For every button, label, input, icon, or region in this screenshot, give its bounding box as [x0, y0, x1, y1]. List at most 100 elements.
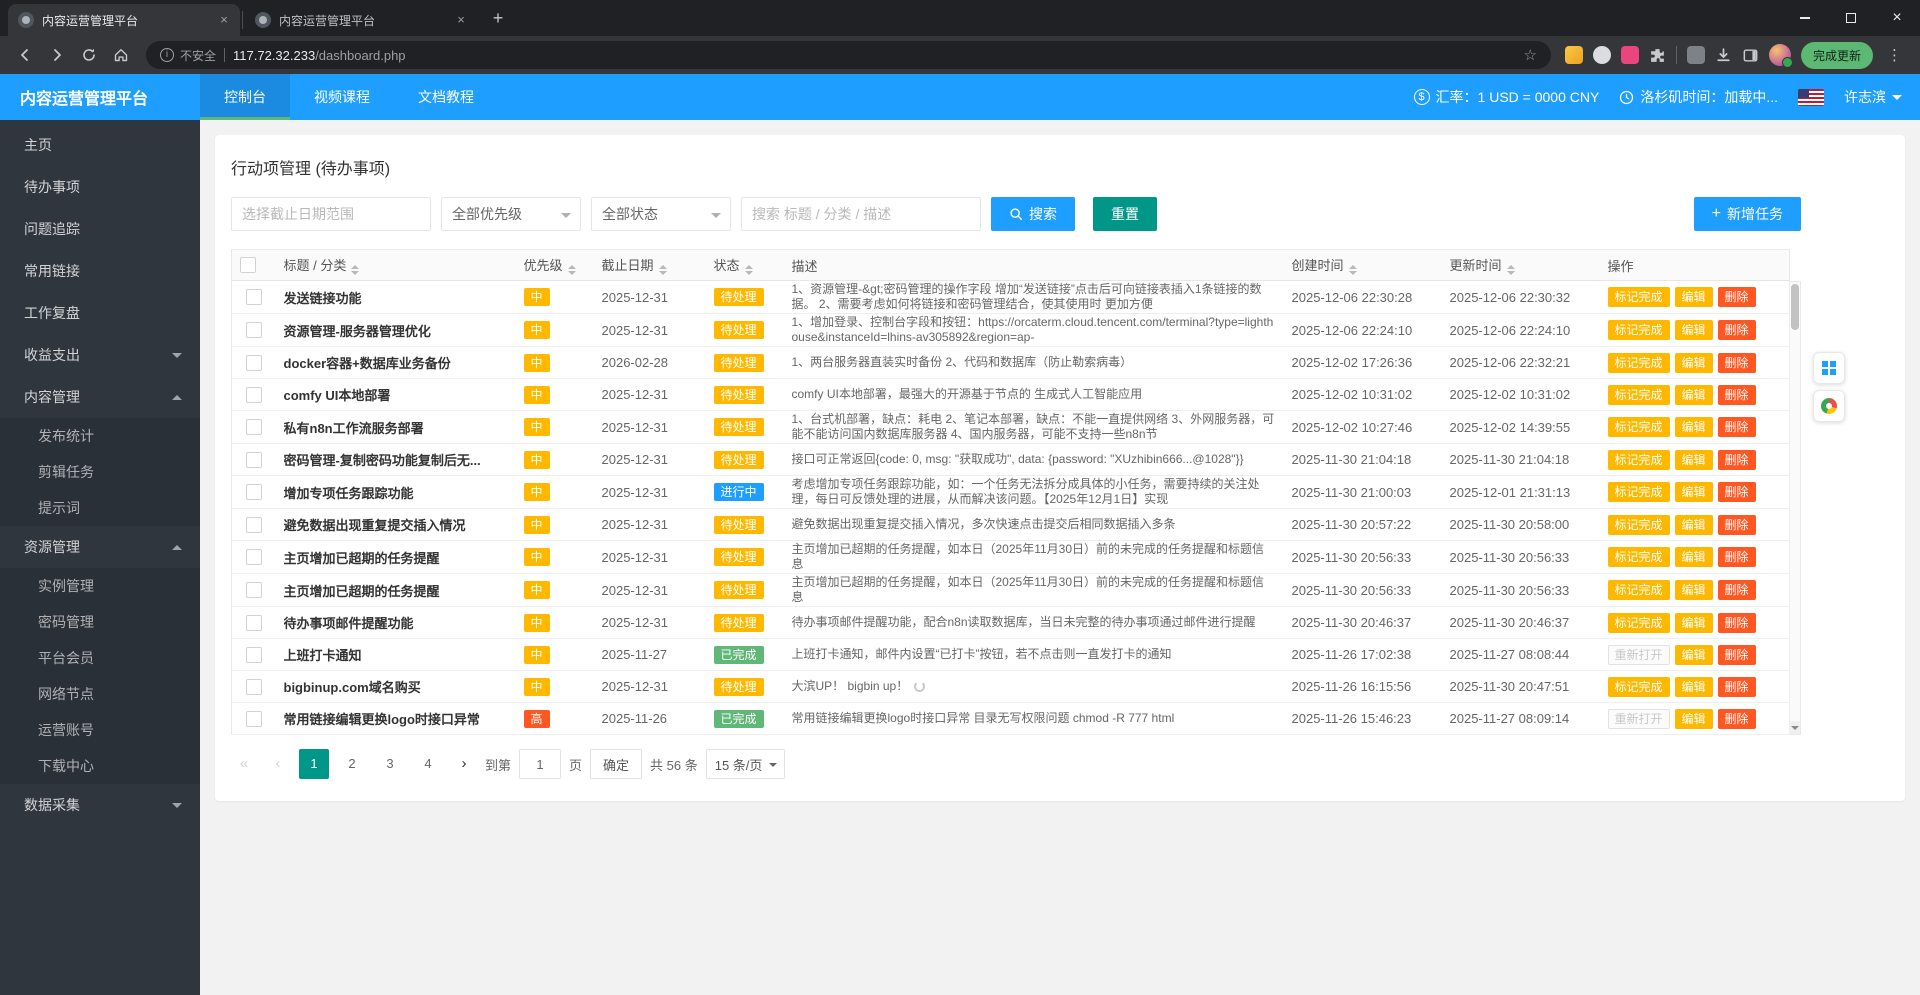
page-number-button[interactable]: 2: [337, 749, 367, 779]
sidebar-item[interactable]: 主页: [0, 124, 200, 166]
user-menu[interactable]: 许志滨: [1844, 87, 1902, 107]
delete-button[interactable]: 删除: [1717, 547, 1756, 567]
mark-done-button[interactable]: 标记完成: [1607, 612, 1670, 633]
header-nav-item[interactable]: 控制台: [200, 74, 290, 120]
column-header[interactable]: 创建时间: [1283, 249, 1442, 281]
task-title[interactable]: 发送链接功能: [284, 288, 508, 307]
site-info-icon[interactable]: i: [160, 48, 174, 62]
edit-button[interactable]: 编辑: [1674, 612, 1713, 633]
reload-button[interactable]: [74, 40, 104, 70]
page-number-button[interactable]: 4: [413, 749, 443, 779]
table-scrollbar[interactable]: [1789, 281, 1801, 735]
prev-page-button[interactable]: ‹: [265, 749, 291, 779]
mark-done-button[interactable]: 标记完成: [1607, 580, 1670, 600]
edit-button[interactable]: 编辑: [1674, 287, 1713, 307]
sort-icon[interactable]: [1348, 265, 1357, 275]
delete-button[interactable]: 删除: [1717, 514, 1756, 535]
row-checkbox[interactable]: [245, 386, 262, 403]
extension-icon-2[interactable]: [1592, 46, 1611, 64]
edit-button[interactable]: 编辑: [1674, 384, 1713, 405]
edit-button[interactable]: 编辑: [1674, 580, 1713, 600]
row-checkbox[interactable]: [245, 419, 262, 436]
window-maximize-button[interactable]: [1828, 0, 1874, 36]
sidebar-subitem[interactable]: 平台会员: [0, 640, 200, 676]
scroll-down-arrow[interactable]: [1790, 721, 1800, 734]
column-header[interactable]: 标题 / 分类: [275, 249, 516, 281]
delete-button[interactable]: 删除: [1717, 612, 1756, 633]
chrome-update-button[interactable]: 完成更新: [1800, 41, 1873, 69]
row-checkbox[interactable]: [245, 710, 262, 727]
sort-icon[interactable]: [744, 265, 753, 275]
window-close-button[interactable]: ×: [1874, 0, 1920, 36]
extension-icon-1[interactable]: [1564, 46, 1583, 64]
column-header[interactable]: 更新时间: [1441, 249, 1600, 281]
reopen-button[interactable]: 重新打开: [1607, 708, 1670, 729]
sort-icon[interactable]: [567, 265, 576, 275]
task-title[interactable]: 待办事项邮件提醒功能: [284, 613, 508, 632]
delete-button[interactable]: 删除: [1717, 676, 1756, 697]
task-title[interactable]: comfy UI本地部署: [284, 385, 508, 404]
status-select[interactable]: 全部状态: [591, 197, 731, 231]
task-title[interactable]: 主页增加已超期的任务提醒: [284, 581, 508, 600]
next-page-button[interactable]: ›: [451, 749, 477, 779]
search-button[interactable]: 搜索: [991, 197, 1075, 231]
sidebar-subitem[interactable]: 实例管理: [0, 568, 200, 604]
header-nav-item[interactable]: 视频课程: [290, 74, 394, 120]
row-checkbox[interactable]: [245, 614, 262, 631]
edit-button[interactable]: 编辑: [1674, 352, 1713, 373]
address-bar[interactable]: i 不安全 117.72.32.233/dashboard.php ☆: [146, 41, 1551, 69]
task-title[interactable]: 私有n8n工作流服务部署: [284, 418, 508, 437]
sidebar-item[interactable]: 工作复盘: [0, 292, 200, 334]
sidebar-subitem[interactable]: 运营账号: [0, 712, 200, 748]
first-page-button[interactable]: «: [231, 749, 257, 779]
sidebar-subitem[interactable]: 下载中心: [0, 748, 200, 784]
back-button[interactable]: [10, 40, 40, 70]
floating-grid-button[interactable]: [1813, 352, 1845, 384]
mark-done-button[interactable]: 标记完成: [1607, 417, 1670, 437]
browser-menu-kebab-icon[interactable]: ⋮: [1883, 46, 1906, 64]
task-title[interactable]: 常用链接编辑更换logo时接口异常: [284, 709, 508, 728]
edit-button[interactable]: 编辑: [1674, 547, 1713, 567]
sidebar-subitem[interactable]: 剪辑任务: [0, 454, 200, 490]
delete-button[interactable]: 删除: [1717, 580, 1756, 600]
page-jump-input[interactable]: [519, 749, 562, 779]
task-title[interactable]: 主页增加已超期的任务提醒: [284, 548, 508, 567]
edit-button[interactable]: 编辑: [1674, 708, 1713, 729]
extension-icon-4[interactable]: [1686, 46, 1705, 64]
priority-select[interactable]: 全部优先级: [441, 197, 581, 231]
jump-confirm-button[interactable]: 确定: [590, 749, 643, 779]
row-checkbox[interactable]: [245, 484, 262, 501]
sort-icon[interactable]: [658, 265, 667, 275]
row-checkbox[interactable]: [245, 322, 262, 339]
sort-icon[interactable]: [351, 265, 360, 275]
delete-button[interactable]: 删除: [1717, 417, 1756, 437]
sidebar-subitem[interactable]: 提示词: [0, 490, 200, 526]
mark-done-button[interactable]: 标记完成: [1607, 320, 1670, 340]
tab-close-icon[interactable]: ×: [453, 12, 469, 28]
window-minimize-button[interactable]: [1782, 0, 1828, 36]
sidebar-item[interactable]: 资源管理: [0, 526, 200, 568]
row-checkbox[interactable]: [245, 289, 262, 306]
edit-button[interactable]: 编辑: [1674, 676, 1713, 697]
header-checkbox[interactable]: [240, 257, 256, 274]
search-input[interactable]: [741, 197, 981, 231]
sidebar-item[interactable]: 常用链接: [0, 250, 200, 292]
column-header[interactable]: 截止日期: [593, 249, 706, 281]
row-checkbox[interactable]: [245, 549, 262, 566]
row-checkbox[interactable]: [245, 678, 262, 695]
edit-button[interactable]: 编辑: [1674, 482, 1713, 502]
task-title[interactable]: 增加专项任务跟踪功能: [284, 483, 508, 502]
extension-icon-3[interactable]: [1620, 46, 1639, 64]
new-tab-button[interactable]: +: [485, 6, 511, 32]
bookmark-star-icon[interactable]: ☆: [1524, 46, 1537, 64]
delete-button[interactable]: 删除: [1717, 287, 1756, 307]
sidebar-item[interactable]: 问题追踪: [0, 208, 200, 250]
sort-icon[interactable]: [1506, 265, 1515, 275]
extensions-puzzle-icon[interactable]: [1649, 47, 1666, 64]
edit-button[interactable]: 编辑: [1674, 449, 1713, 470]
delete-button[interactable]: 删除: [1717, 708, 1756, 729]
mark-done-button[interactable]: 标记完成: [1607, 352, 1670, 373]
reopen-button[interactable]: 重新打开: [1607, 644, 1670, 665]
date-range-input[interactable]: [231, 197, 431, 231]
sidebar-subitem[interactable]: 发布统计: [0, 418, 200, 454]
